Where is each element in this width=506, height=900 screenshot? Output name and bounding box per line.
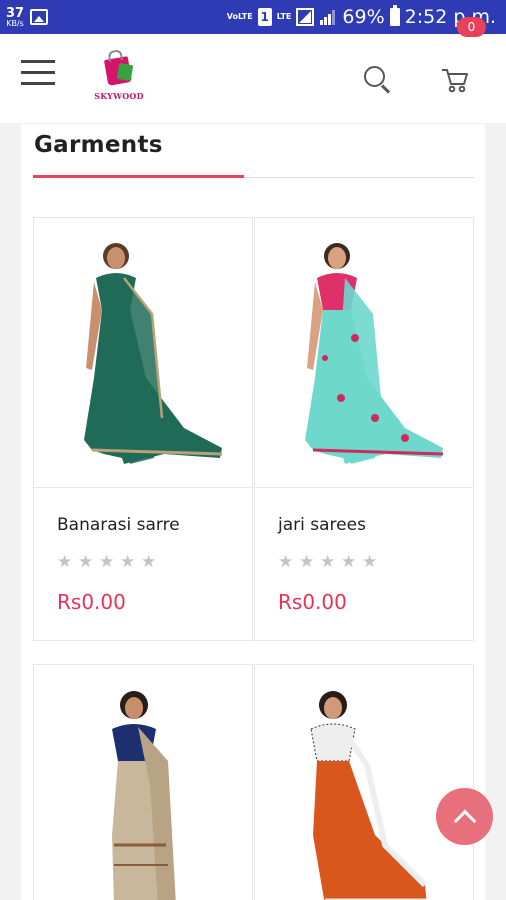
product-name[interactable]: Banarasi sarre xyxy=(57,515,180,535)
cart-icon[interactable] xyxy=(440,66,470,96)
network-speed: 37 KB/s xyxy=(6,7,24,28)
saree-figure xyxy=(305,243,444,464)
star-icon: ★ xyxy=(278,552,294,572)
speed-value: 37 xyxy=(6,5,25,21)
menu-icon[interactable] xyxy=(21,58,55,88)
product-image[interactable] xyxy=(34,665,252,900)
speed-unit: KB/s xyxy=(6,18,24,28)
saree-figure xyxy=(112,691,176,900)
product-image[interactable] xyxy=(255,665,473,900)
star-icon: ★ xyxy=(99,552,115,572)
star-icon: ★ xyxy=(141,552,157,572)
product-card[interactable]: Banarasi sarre ★ ★ ★ ★ ★ Rs0.00 xyxy=(33,217,253,641)
product-card[interactable]: jari sarees ★ ★ ★ ★ ★ Rs0.00 xyxy=(254,217,474,641)
saree-figure xyxy=(310,691,428,900)
volte-indicator: VoLTE xyxy=(226,12,253,21)
chevron-up-icon xyxy=(453,809,476,832)
saree-figure xyxy=(84,243,223,464)
brand-name: SKYWOOD xyxy=(94,91,144,101)
title-accent-bar xyxy=(33,175,244,178)
sim-icon: 1 xyxy=(257,8,272,26)
star-icon: ★ xyxy=(341,552,357,572)
product-image[interactable] xyxy=(255,218,473,488)
cart-count-badge: 0 xyxy=(457,17,486,37)
lte-indicator: LTE xyxy=(276,12,292,21)
product-rating: ★ ★ ★ ★ ★ xyxy=(57,554,158,571)
product-name[interactable]: jari sarees xyxy=(278,515,366,535)
app-header: SKYWOOD xyxy=(0,34,506,124)
scroll-to-top-button[interactable] xyxy=(436,788,493,845)
star-icon: ★ xyxy=(362,552,378,572)
battery-percent: 69% xyxy=(342,6,385,28)
star-icon: ★ xyxy=(320,552,336,572)
battery-icon xyxy=(389,5,400,26)
product-card[interactable] xyxy=(254,664,474,900)
star-icon: ★ xyxy=(57,552,73,572)
product-price: Rs0.00 xyxy=(278,590,347,614)
brand-logo[interactable]: SKYWOOD xyxy=(84,48,154,110)
signal-strength-icon xyxy=(320,10,336,25)
product-section: Garments Banarasi sarre ★ ★ ★ ★ ★ Rs0.00 xyxy=(21,124,485,900)
product-rating: ★ ★ ★ ★ ★ xyxy=(278,554,379,571)
page-gutter-left xyxy=(0,124,21,900)
shopping-bag-small-icon xyxy=(116,62,134,82)
star-icon: ★ xyxy=(120,552,136,572)
status-bar: 37 KB/s VoLTE 1 LTE 69% 2:52 p.m. xyxy=(0,0,506,34)
gallery-notification-icon xyxy=(30,9,49,25)
search-icon[interactable] xyxy=(364,66,394,96)
product-price: Rs0.00 xyxy=(57,590,126,614)
product-image[interactable] xyxy=(34,218,252,488)
section-title: Garments xyxy=(34,132,163,158)
page-gutter-right xyxy=(485,124,506,900)
product-card[interactable] xyxy=(33,664,253,900)
star-icon: ★ xyxy=(78,552,94,572)
signal-icon xyxy=(296,8,315,26)
star-icon: ★ xyxy=(299,552,315,572)
